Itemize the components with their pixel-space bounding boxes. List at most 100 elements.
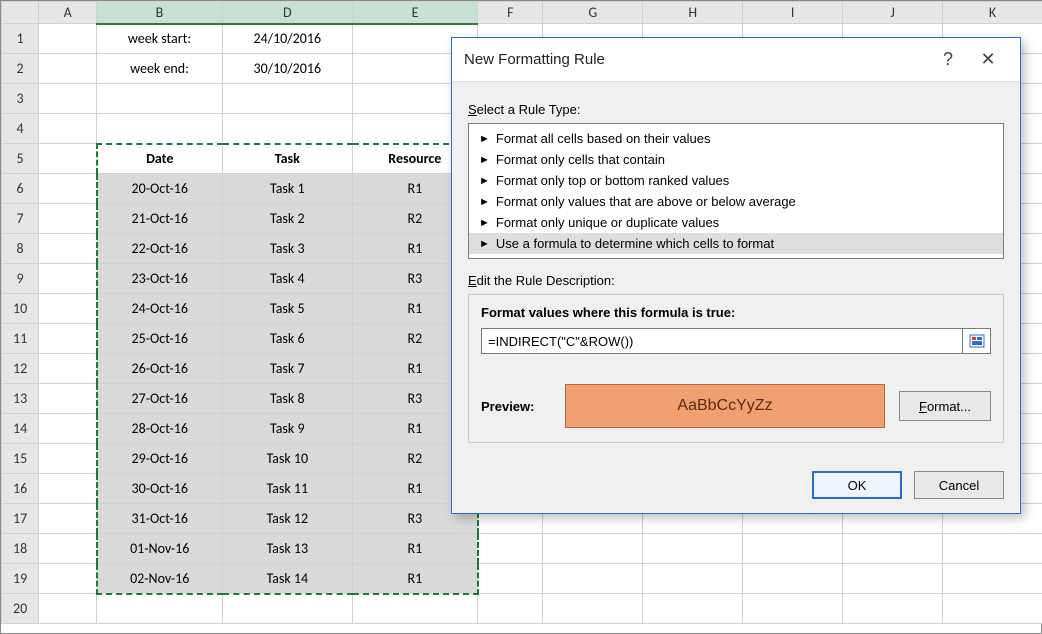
cell[interactable] — [543, 594, 643, 624]
cell[interactable] — [39, 294, 97, 324]
row-header[interactable]: 18 — [2, 534, 39, 564]
cell-date[interactable]: 22-Oct-16 — [97, 234, 222, 264]
cell[interactable] — [743, 564, 843, 594]
rule-type-item[interactable]: ►Use a formula to determine which cells … — [469, 233, 1003, 254]
cell[interactable] — [222, 84, 352, 114]
row-header[interactable]: 3 — [2, 84, 39, 114]
cell-week-end-label[interactable]: week end: — [97, 54, 222, 84]
row-header[interactable]: 16 — [2, 474, 39, 504]
cell[interactable] — [222, 594, 352, 624]
row-header[interactable]: 12 — [2, 354, 39, 384]
collapse-dialog-button[interactable] — [963, 328, 991, 354]
row-header[interactable]: 5 — [2, 144, 39, 174]
row-header[interactable]: 9 — [2, 264, 39, 294]
cell[interactable] — [478, 534, 543, 564]
cell-task[interactable]: Task 4 — [222, 264, 352, 294]
cell[interactable] — [643, 534, 743, 564]
row-header[interactable]: 10 — [2, 294, 39, 324]
cell-task[interactable]: Task 9 — [222, 414, 352, 444]
cell[interactable] — [39, 474, 97, 504]
cell-header-date[interactable]: Date — [97, 144, 222, 174]
cell-task[interactable]: Task 10 — [222, 444, 352, 474]
rule-type-list[interactable]: ►Format all cells based on their values►… — [468, 123, 1004, 259]
row-header[interactable]: 7 — [2, 204, 39, 234]
cell[interactable] — [39, 534, 97, 564]
cell[interactable] — [643, 564, 743, 594]
cell-task[interactable]: Task 14 — [222, 564, 352, 594]
cell-date[interactable]: 31-Oct-16 — [97, 504, 222, 534]
cell-week-start-value[interactable]: 24/10/2016 — [222, 24, 352, 54]
cell-task[interactable]: Task 3 — [222, 234, 352, 264]
cell[interactable] — [478, 594, 543, 624]
cell[interactable] — [39, 384, 97, 414]
cell[interactable] — [743, 534, 843, 564]
row-header[interactable]: 2 — [2, 54, 39, 84]
cell[interactable] — [943, 534, 1042, 564]
cell-date[interactable]: 25-Oct-16 — [97, 324, 222, 354]
col-header[interactable]: F — [478, 2, 543, 24]
cell[interactable] — [222, 114, 352, 144]
cell-week-start-label[interactable]: week start: — [97, 24, 222, 54]
cell[interactable] — [97, 114, 222, 144]
cell[interactable] — [39, 414, 97, 444]
row-header[interactable]: 17 — [2, 504, 39, 534]
col-header[interactable]: I — [743, 2, 843, 24]
cell-task[interactable]: Task 13 — [222, 534, 352, 564]
cell-date[interactable]: 28-Oct-16 — [97, 414, 222, 444]
formula-input[interactable] — [481, 328, 963, 354]
cell-task[interactable]: Task 5 — [222, 294, 352, 324]
rule-type-item[interactable]: ►Format only unique or duplicate values — [469, 212, 1003, 233]
cell[interactable] — [478, 564, 543, 594]
cell[interactable] — [39, 504, 97, 534]
cell[interactable] — [39, 144, 97, 174]
cell-task[interactable]: Task 12 — [222, 504, 352, 534]
cell[interactable] — [39, 24, 97, 54]
rule-type-item[interactable]: ►Format only cells that contain — [469, 149, 1003, 170]
cell[interactable] — [39, 174, 97, 204]
row-header[interactable]: 4 — [2, 114, 39, 144]
help-button[interactable]: ? — [928, 49, 968, 70]
row-header[interactable]: 20 — [2, 594, 39, 624]
row-header[interactable]: 19 — [2, 564, 39, 594]
cell[interactable] — [39, 84, 97, 114]
col-header[interactable]: J — [843, 2, 943, 24]
cell-date[interactable]: 20-Oct-16 — [97, 174, 222, 204]
row-header[interactable]: 1 — [2, 24, 39, 54]
row-header[interactable]: 11 — [2, 324, 39, 354]
close-button[interactable]: ✕ — [968, 49, 1008, 70]
cell-date[interactable]: 01-Nov-16 — [97, 534, 222, 564]
cell[interactable] — [39, 204, 97, 234]
cell[interactable] — [39, 444, 97, 474]
cell-date[interactable]: 21-Oct-16 — [97, 204, 222, 234]
cancel-button[interactable]: Cancel — [914, 471, 1004, 499]
cell-task[interactable]: Task 2 — [222, 204, 352, 234]
cell[interactable] — [943, 594, 1042, 624]
col-header[interactable]: G — [543, 2, 643, 24]
cell[interactable] — [643, 594, 743, 624]
cell[interactable] — [97, 84, 222, 114]
row-header[interactable]: 14 — [2, 414, 39, 444]
cell[interactable] — [543, 564, 643, 594]
cell[interactable] — [843, 564, 943, 594]
cell[interactable] — [39, 594, 97, 624]
select-all-corner[interactable] — [2, 2, 39, 24]
rule-type-item[interactable]: ►Format only values that are above or be… — [469, 191, 1003, 212]
cell-date[interactable]: 24-Oct-16 — [97, 294, 222, 324]
cell[interactable] — [39, 114, 97, 144]
cell-task[interactable]: Task 1 — [222, 174, 352, 204]
cell-date[interactable]: 27-Oct-16 — [97, 384, 222, 414]
cell[interactable] — [352, 594, 477, 624]
cell-date[interactable]: 30-Oct-16 — [97, 474, 222, 504]
cell[interactable] — [39, 234, 97, 264]
rule-type-item[interactable]: ►Format only top or bottom ranked values — [469, 170, 1003, 191]
cell-task[interactable]: Task 8 — [222, 384, 352, 414]
col-header[interactable]: B — [97, 2, 222, 24]
row-header[interactable]: 6 — [2, 174, 39, 204]
format-button[interactable]: Format... — [899, 391, 991, 421]
cell[interactable] — [97, 594, 222, 624]
cell[interactable] — [843, 534, 943, 564]
cell-date[interactable]: 29-Oct-16 — [97, 444, 222, 474]
cell-header-task[interactable]: Task — [222, 144, 352, 174]
cell-task[interactable]: Task 6 — [222, 324, 352, 354]
cell-date[interactable]: 02-Nov-16 — [97, 564, 222, 594]
